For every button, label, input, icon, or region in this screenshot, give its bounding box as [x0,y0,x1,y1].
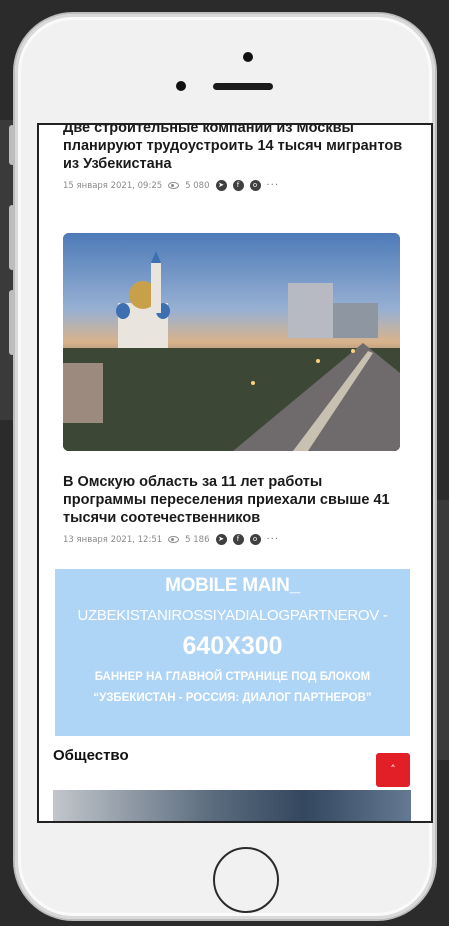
banner-line: “Узбекистан - Россия: диалог партнеров” [93,692,372,704]
eye-icon [168,536,180,543]
telegram-icon[interactable]: ➤ [215,180,227,191]
news-date: 13 января 2021, 12:51 [63,534,163,545]
facebook-icon[interactable]: f [232,180,244,191]
banner-line: Mobile Main_ [165,575,300,596]
banner-size: 640x300 [182,632,283,660]
omsk-city-photo [63,233,400,451]
facebook-icon[interactable]: f [232,534,244,545]
background-stripe [0,120,15,420]
telegram-icon[interactable]: ➤ [215,534,227,545]
news-item[interactable]: В Омскую область за 11 лет работы програ… [63,473,403,545]
news-item[interactable]: Две строительные компании из Москвы план… [63,125,403,191]
background-stripe [435,500,449,760]
banner-line: Баннер на главной странице под блоком [94,671,371,683]
scroll-top-button[interactable]: ˄ [376,753,410,787]
news-meta: 13 января 2021, 12:51 5 186 ➤ f o ··· [63,534,403,545]
home-button[interactable] [213,847,279,913]
chevron-up-icon: ˄ [390,763,396,776]
odnoklassniki-icon[interactable]: o [249,180,261,191]
section-title[interactable]: Общество [53,747,129,764]
news-views: 5 186 [185,534,210,545]
news-headline[interactable]: Две строительные компании из Москвы план… [63,125,403,173]
more-icon[interactable]: ··· [267,534,280,545]
ad-banner-placeholder[interactable]: Mobile Main_ uzbekistanirossiyadialogpar… [55,569,410,736]
news-image[interactable] [63,233,400,451]
banner-line: uzbekistanirossiyadialogpartnerov - [77,607,388,624]
banner-description: Баннер на главной странице под блоком “У… [55,667,410,709]
news-image[interactable] [53,790,411,821]
phone-camera [243,52,253,62]
news-headline[interactable]: В Омскую область за 11 лет работы програ… [63,473,403,527]
phone-front-camera [176,81,186,91]
odnoklassniki-icon[interactable]: o [249,534,261,545]
more-icon[interactable]: ··· [267,180,280,191]
news-date: 15 января 2021, 09:25 [63,180,163,191]
eye-icon [168,182,180,189]
phone-speaker [213,83,273,90]
news-views: 5 080 [185,180,210,191]
news-meta: 15 января 2021, 09:25 5 080 ➤ f o ··· [63,180,403,191]
